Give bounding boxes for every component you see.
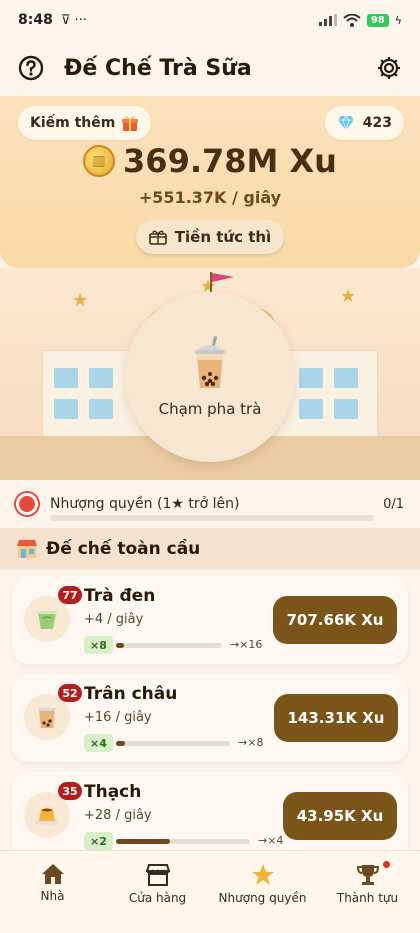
gear-icon [378,57,400,79]
income-rate: +551.37K / giây [138,188,282,207]
next-multiplier: →×8 [238,736,264,749]
product-progress-bar [116,741,230,746]
nav-achievements-label: Thành tựu [336,891,399,905]
product-name: Thạch [84,782,142,802]
product-progress-fill [116,643,125,648]
coins-value: 369.78M Xu [123,142,337,180]
franchise-label: Nhượng quyền (1★ trở lên) [50,496,240,512]
buy-button[interactable]: 43.95K Xu [283,792,397,840]
cash-icon [148,230,167,245]
shop-scene: ★ ★ ★ Chạm pha trà [0,268,420,480]
window [334,399,358,419]
gems-badge[interactable]: 423 [324,106,404,140]
status-bar: 8:48 ⊽ ··· 98 ϟ [0,0,420,40]
franchise-count: 0/1 [383,496,404,512]
level-badge: 77 [58,586,82,604]
nav-shop[interactable]: Cửa hàng [105,851,210,933]
store-icon [17,540,37,558]
window [89,399,113,419]
bubble-tea-icon [195,336,225,388]
tea-cup-icon [37,611,57,629]
product-progress-fill [116,839,170,844]
pearl-tea-icon [38,708,56,728]
buy-button[interactable]: 143.31K Xu [274,694,398,742]
nav-achievements[interactable]: Thành tựu [315,851,420,933]
franchise-progress-bar [50,515,374,521]
earn-more-button[interactable]: Kiếm thêm [18,106,152,140]
battery-icon: 98 [366,13,389,27]
status-right: 98 ϟ [318,13,402,27]
gems-count: 423 [362,115,392,131]
settings-button[interactable] [374,53,404,83]
product-progress-bar [116,643,222,648]
nav-home-label: Nhà [40,889,65,903]
product-card: 35 Thạch +28 / giây ×2 →×4 43.95K Xu [12,772,408,860]
wifi-icon [343,13,361,27]
product-progress-fill [116,741,126,746]
nav-shop-label: Cửa hàng [128,891,187,905]
diamond-icon [337,115,354,131]
help-button[interactable] [16,53,46,83]
product-name: Trân châu [84,684,178,704]
product-rate: +4 / giây [84,612,144,627]
trophy-icon [356,865,379,885]
product-rate: +28 / giây [84,808,152,823]
brew-tea-button[interactable]: Chạm pha trà [125,292,295,462]
multiplier-badge: ×2 [84,832,113,850]
coins-display: ▥ 369.78M Xu [0,142,420,180]
brew-tea-label: Chạm pha trà [158,400,262,418]
instant-cash-label: Tiền tức thì [174,228,272,246]
product-rate: +16 / giây [84,710,152,725]
window [299,368,323,388]
product-name: Trà đen [84,586,156,606]
nav-franchise[interactable]: Nhượng quyền [210,851,315,933]
franchise-progress[interactable]: Nhượng quyền (1★ trở lên) 0/1 [0,480,420,528]
earn-more-label: Kiếm thêm [30,115,116,131]
next-multiplier: →×16 [230,638,263,651]
signal-icon [318,14,337,26]
section-header: Đế chế toàn cầu [0,528,420,570]
star-icon: ★ [72,290,89,311]
bottom-navigation: Nhà Cửa hàng Nhượng quyền Thành tựu [0,850,420,933]
status-extra-icons: ⊽ ··· [60,12,87,28]
notification-dot [383,861,390,868]
window [334,368,358,388]
next-multiplier: →×4 [258,834,284,847]
flag-icon [210,272,234,292]
window [299,399,323,419]
balance-panel: Kiếm thêm 423 ▥ 369.78M Xu +551.37K / gi… [0,96,420,268]
help-icon [18,55,44,81]
star-icon [251,864,274,885]
target-icon [16,493,38,515]
multiplier-badge: ×4 [84,734,113,752]
nav-home[interactable]: Nhà [0,851,105,933]
instant-cash-button[interactable]: Tiền tức thì [136,220,284,254]
status-time: 8:48 [18,12,53,28]
section-title: Đế chế toàn cầu [46,539,201,559]
app-bar: Đế Chế Trà Sữa [0,40,420,96]
home-icon [41,864,64,884]
gift-icon [122,116,139,131]
level-badge: 52 [58,684,82,702]
jelly-icon [35,808,59,825]
product-card: 77 Trà đen +4 / giây ×8 →×16 707.66K Xu [12,576,408,664]
charging-icon: ϟ [394,13,402,27]
product-progress-bar [116,839,250,844]
star-icon: ★ [340,286,357,307]
shop-icon [145,864,170,886]
product-card: 52 Trân châu +16 / giây ×4 →×8 143.31K X… [12,674,408,762]
level-badge: 35 [58,782,82,800]
buy-button[interactable]: 707.66K Xu [273,596,397,644]
page-title: Đế Chế Trà Sữa [64,55,252,81]
coin-icon: ▥ [83,145,116,177]
multiplier-badge: ×8 [84,636,113,654]
nav-franchise-label: Nhượng quyền [218,891,307,905]
window [54,368,78,388]
window [54,399,78,419]
window [89,368,113,388]
